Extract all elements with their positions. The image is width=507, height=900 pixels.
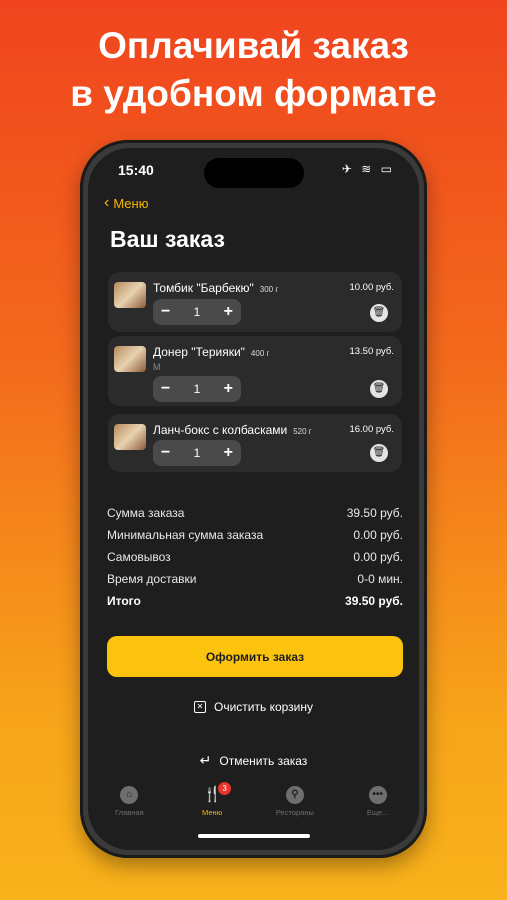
item-price: 16.00 руб. [349, 424, 394, 435]
cart-item: Ланч-бокс с колбасками 520 г 16.00 руб. −… [108, 414, 402, 472]
cart-count-badge: 3 [218, 782, 232, 795]
cart-item: Томбик "Барбекю" 300 г 10.00 руб. − 1 + 🗑 [108, 272, 402, 332]
order-summary: Сумма заказа 39.50 руб. Минимальная сумм… [107, 502, 403, 612]
summary-total-row: Итого 39.50 руб. [107, 590, 403, 612]
summary-value: 39.50 руб. [346, 506, 403, 520]
phone-screen: 15:40 ✈ ≋ ▭ ‹ Меню Ваш заказ Томбик "Бар… [88, 148, 419, 850]
tab-more[interactable]: ••• Еще... [336, 786, 419, 826]
status-time: 15:40 [118, 162, 154, 178]
item-price: 13.50 руб. [349, 346, 394, 357]
item-image [114, 424, 146, 450]
summary-label: Время доставки [107, 572, 197, 586]
summary-label: Сумма заказа [107, 506, 185, 520]
summary-value: 0.00 руб. [353, 528, 403, 542]
decrease-button[interactable]: − [161, 444, 170, 462]
promo-line-2: в удобном формате [70, 73, 437, 114]
summary-label: Самовывоз [107, 550, 171, 564]
item-weight: 520 г [293, 427, 312, 436]
item-name: Донер "Терияки" [153, 345, 245, 359]
increase-button[interactable]: + [224, 303, 233, 321]
quantity-stepper: − 1 + [153, 440, 241, 466]
summary-value: 0.00 руб. [353, 550, 403, 564]
item-image [114, 346, 146, 372]
decrease-button[interactable]: − [161, 380, 170, 398]
tab-label: Меню [201, 808, 223, 817]
item-weight: 400 г [250, 349, 270, 358]
summary-value: 39.50 руб. [345, 594, 403, 608]
summary-row: Время доставки 0-0 мин. [107, 568, 403, 590]
summary-row: Сумма заказа 39.50 руб. [107, 502, 403, 524]
home-indicator [198, 834, 310, 838]
summary-label: Итого [107, 594, 141, 608]
trash-icon[interactable]: 🗑 [370, 444, 388, 462]
clear-cart-label: Очистить корзину [214, 700, 313, 714]
item-name: Томбик "Барбекю" [153, 281, 254, 295]
quantity-value: 1 [193, 446, 201, 460]
cancel-order-button[interactable]: ↵ Отменить заказ [88, 752, 419, 769]
promo-headline: Оплачивай заказ в удобном формате [0, 22, 507, 118]
back-label: Меню [113, 195, 149, 211]
quantity-value: 1 [193, 305, 201, 319]
increase-button[interactable]: + [224, 380, 233, 398]
status-bar: 15:40 ✈ ≋ ▭ [88, 148, 419, 192]
return-arrow-icon: ↵ [199, 752, 212, 768]
chevron-left-icon: ‹ [104, 194, 110, 211]
tab-home[interactable]: ⌂ Главная [88, 786, 171, 826]
increase-button[interactable]: + [224, 444, 233, 462]
trash-icon[interactable]: 🗑 [370, 304, 388, 322]
tab-label: Еще... [366, 808, 389, 817]
close-box-icon: ✕ [194, 701, 206, 713]
status-icons: ✈ ≋ ▭ [341, 162, 395, 176]
item-image [114, 282, 146, 308]
quantity-stepper: − 1 + [153, 376, 241, 402]
promo-line-1: Оплачивай заказ [98, 25, 409, 66]
more-icon: ••• [368, 786, 387, 804]
tab-restaurants[interactable]: ⚲ Рестораны [254, 786, 337, 826]
tab-label: Рестораны [275, 808, 314, 817]
item-price: 10.00 руб. [349, 282, 394, 293]
summary-label: Минимальная сумма заказа [107, 528, 264, 542]
item-name: Ланч-бокс с колбасками [153, 423, 288, 437]
quantity-value: 1 [193, 382, 201, 396]
place-order-button[interactable]: Оформить заказ [107, 636, 403, 677]
quantity-stepper: − 1 + [153, 299, 241, 325]
decrease-button[interactable]: − [161, 303, 170, 321]
location-pin-icon: ⚲ [285, 786, 304, 804]
cancel-order-label: Отменить заказ [219, 753, 308, 768]
back-button[interactable]: ‹ Меню [104, 194, 148, 212]
clear-cart-button[interactable]: ✕ Очистить корзину [88, 700, 419, 714]
page-title: Ваш заказ [110, 226, 225, 252]
summary-value: 0-0 мин. [357, 572, 403, 586]
tab-bar: ⌂ Главная 🍴 3 Меню ⚲ Рестораны ••• Еще..… [88, 782, 419, 826]
dynamic-island [204, 158, 304, 188]
item-modifier: М [153, 362, 161, 372]
home-icon: ⌂ [120, 786, 139, 804]
tab-menu[interactable]: 🍴 3 Меню [171, 782, 254, 826]
tab-label: Главная [115, 808, 144, 817]
cart-item: Донер "Терияки" 400 г М 13.50 руб. − 1 + … [108, 336, 402, 406]
summary-row: Самовывоз 0.00 руб. [107, 546, 403, 568]
summary-row: Минимальная сумма заказа 0.00 руб. [107, 524, 403, 546]
trash-icon[interactable]: 🗑 [370, 380, 388, 398]
item-weight: 300 г [259, 285, 279, 294]
